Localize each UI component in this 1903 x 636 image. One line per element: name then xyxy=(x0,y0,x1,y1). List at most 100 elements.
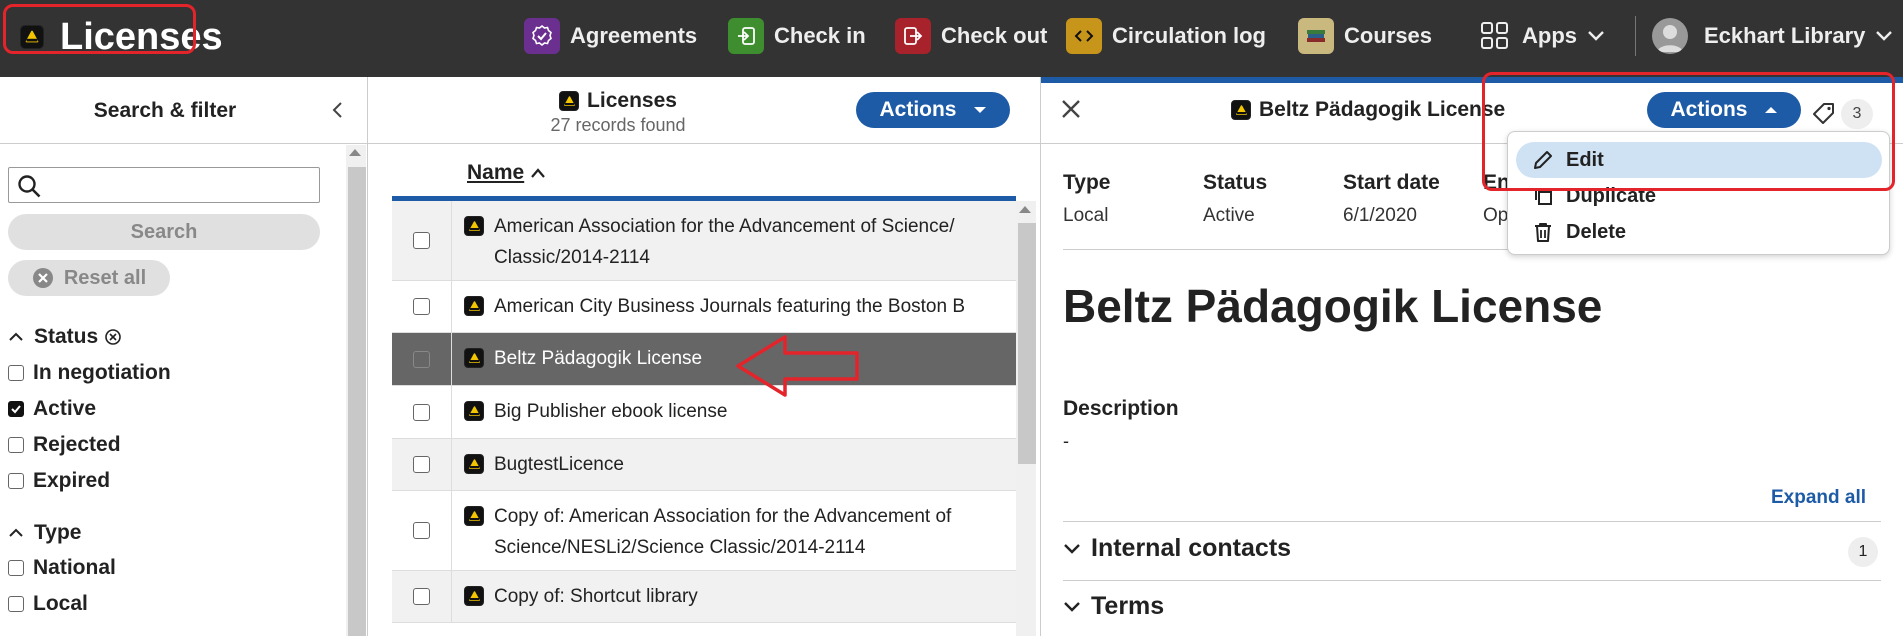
results-actions-button[interactable]: Actions xyxy=(856,92,1010,128)
row-select-cell xyxy=(392,201,452,280)
chevron-down-icon xyxy=(1064,601,1080,612)
search-button[interactable]: Search xyxy=(8,214,320,250)
row-select-cell xyxy=(392,571,452,622)
scrollbar-thumb[interactable] xyxy=(1018,223,1036,464)
close-icon xyxy=(1062,100,1080,118)
table-row-selected[interactable]: Beltz Pädagogik License xyxy=(392,333,1016,386)
nav-agreements[interactable]: Agreements xyxy=(524,16,697,56)
annotation-highlight-app-title xyxy=(3,4,196,54)
checkbox[interactable] xyxy=(8,437,24,453)
licenses-app-icon xyxy=(464,506,484,526)
status-option-active[interactable]: Active xyxy=(8,397,96,421)
clear-status-icon[interactable] xyxy=(104,328,122,346)
scroll-up-arrow-icon[interactable] xyxy=(1019,206,1031,213)
row-checkbox[interactable] xyxy=(413,588,430,605)
row-name-cell: American Association for the Advancement… xyxy=(452,201,1016,280)
reset-all-button[interactable]: Reset all xyxy=(8,260,170,296)
field-type: Type Local xyxy=(1063,171,1110,227)
row-name: BugtestLicence xyxy=(494,454,624,475)
filter-scrollbar[interactable] xyxy=(346,145,366,636)
chevron-down-icon xyxy=(1876,31,1893,41)
nav-check-in[interactable]: Check in xyxy=(728,16,866,56)
table-row[interactable]: Copy of: Shortcut library xyxy=(392,571,1016,623)
checkbox-checked[interactable] xyxy=(8,401,24,417)
results-scrollbar[interactable] xyxy=(1016,201,1036,636)
menu-item-delete[interactable]: Delete xyxy=(1516,214,1882,250)
field-label: Start date xyxy=(1343,171,1440,194)
nav-circulation-log[interactable]: Circulation log xyxy=(1066,16,1266,56)
checkbox[interactable] xyxy=(8,596,24,612)
scroll-up-arrow-icon[interactable] xyxy=(349,149,361,156)
apps-grid-icon xyxy=(1481,22,1508,49)
status-option-rejected[interactable]: Rejected xyxy=(8,433,121,457)
expand-all-link[interactable]: Expand all xyxy=(1771,487,1866,509)
row-checkbox[interactable] xyxy=(413,298,430,315)
row-checkbox[interactable] xyxy=(413,403,430,421)
license-heading: Beltz Pädagogik License xyxy=(1063,280,1603,332)
licenses-app-icon xyxy=(1231,100,1251,120)
nav-courses-label: Courses xyxy=(1344,23,1433,48)
type-filter-heading-label: Type xyxy=(34,521,82,544)
clear-circle-icon xyxy=(32,268,53,288)
row-checkbox[interactable] xyxy=(413,232,430,249)
filter-pane-title: Search & filter xyxy=(93,99,237,122)
licenses-app-icon xyxy=(464,216,484,236)
accordion-internal-contacts[interactable]: Internal contacts xyxy=(1063,534,1291,563)
checkbox[interactable] xyxy=(8,473,24,489)
nav-circulation-log-label: Circulation log xyxy=(1112,23,1266,48)
row-name: American Association for the Advancement… xyxy=(494,216,955,268)
field-label: Type xyxy=(1063,171,1111,194)
agreements-icon xyxy=(524,18,560,54)
row-select-cell xyxy=(392,281,452,332)
row-name: Big Publisher ebook license xyxy=(494,401,728,422)
search-input[interactable] xyxy=(53,172,313,198)
annotation-highlight-actions-menu xyxy=(1482,72,1895,191)
table-row[interactable]: BugtestLicence xyxy=(392,439,1016,491)
results-count: 27 records found xyxy=(550,115,686,135)
filter-pane-header: Search & filter xyxy=(0,77,367,144)
scrollbar-thumb[interactable] xyxy=(348,167,366,636)
collapse-filter-button[interactable] xyxy=(325,97,349,123)
checkbox[interactable] xyxy=(8,365,24,381)
type-option-label: National xyxy=(33,556,116,579)
table-row[interactable]: American Association for the Advancement… xyxy=(392,201,1016,281)
type-filter-heading[interactable]: Type xyxy=(8,521,81,545)
nav-apps-label: Apps xyxy=(1522,23,1577,48)
table-row[interactable]: Copy of: American Association for the Ad… xyxy=(392,491,1016,571)
user-menu-label: Eckhart Library xyxy=(1704,23,1866,48)
status-option-in-negotiation[interactable]: In negotiation xyxy=(8,361,171,385)
type-option-national[interactable]: National xyxy=(8,556,116,580)
nav-check-out[interactable]: Check out xyxy=(895,16,1047,56)
search-icon xyxy=(18,175,41,198)
nav-apps[interactable]: Apps xyxy=(1480,16,1605,56)
row-select-cell xyxy=(392,439,452,490)
row-select-cell xyxy=(392,333,452,385)
results-list: American Association for the Advancement… xyxy=(392,201,1016,636)
user-menu[interactable]: Eckhart Library xyxy=(1652,16,1893,56)
checkbox[interactable] xyxy=(8,560,24,576)
status-option-label: Expired xyxy=(33,469,111,492)
column-header-name[interactable]: Name xyxy=(467,161,546,185)
check-in-icon xyxy=(728,18,764,54)
avatar-icon xyxy=(1652,18,1688,54)
detail-pane-title: Beltz Pädagogik License xyxy=(1231,98,1505,122)
table-row[interactable]: Big Publisher ebook license xyxy=(392,386,1016,439)
row-checkbox[interactable] xyxy=(413,456,430,473)
row-checkbox[interactable] xyxy=(413,350,430,368)
table-row[interactable]: American City Business Journals featurin… xyxy=(392,281,1016,333)
nav-courses[interactable]: Courses xyxy=(1298,16,1432,56)
status-filter-heading[interactable]: Status xyxy=(8,325,122,349)
row-name-cell: Copy of: American Association for the Ad… xyxy=(452,491,1016,570)
row-checkbox[interactable] xyxy=(413,522,430,539)
check-out-icon xyxy=(895,18,931,54)
type-option-local[interactable]: Local xyxy=(8,592,88,616)
close-detail-button[interactable] xyxy=(1059,97,1083,126)
nav-separator xyxy=(1635,16,1636,56)
status-option-expired[interactable]: Expired xyxy=(8,469,110,493)
sort-ascending-icon xyxy=(531,168,546,178)
accordion-terms[interactable]: Terms xyxy=(1063,592,1164,621)
field-value: 6/1/2020 xyxy=(1343,205,1417,226)
menu-item-label: Delete xyxy=(1566,220,1627,243)
column-header-name-label: Name xyxy=(467,161,525,184)
search-field[interactable] xyxy=(8,167,320,203)
